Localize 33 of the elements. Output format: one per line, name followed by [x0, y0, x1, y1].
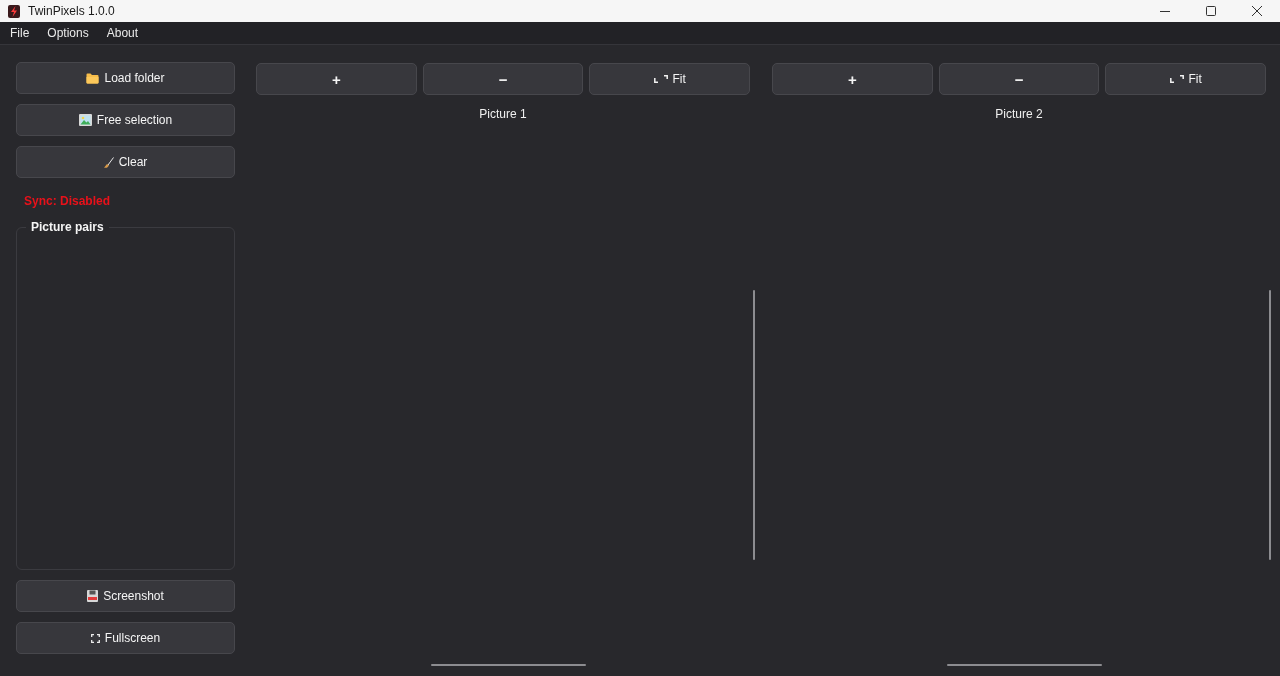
zoom-in-button[interactable]: +	[256, 63, 417, 95]
picture-icon	[78, 114, 92, 126]
horizontal-scrollbar-thumb[interactable]	[431, 664, 586, 666]
fullscreen-button[interactable]: Fullscreen	[16, 622, 235, 654]
broom-icon	[103, 156, 114, 168]
vertical-scrollbar-thumb[interactable]	[753, 290, 755, 560]
fit-corners-icon	[653, 75, 668, 83]
vertical-scrollbar-thumb[interactable]	[1269, 290, 1271, 560]
menu-item[interactable]: About	[99, 23, 146, 43]
group-title: Picture pairs	[30, 220, 105, 234]
app-logo-icon	[8, 4, 20, 18]
close-icon	[1252, 6, 1262, 16]
horizontal-scrollbar-thumb[interactable]	[947, 664, 1102, 666]
fit-button[interactable]: Fit	[1105, 63, 1266, 95]
maximize-icon	[1206, 6, 1216, 16]
fit-button[interactable]: Fit	[589, 63, 750, 95]
menu-item[interactable]: File	[3, 23, 37, 43]
zoom-out-button[interactable]: −	[422, 63, 584, 95]
sync-status: Sync: Disabled	[24, 194, 111, 208]
picture-caption: Picture 2	[995, 106, 1043, 122]
window-title: TwinPixels 1.0.0	[28, 4, 116, 18]
zoom-in-button[interactable]: +	[772, 63, 933, 95]
free-selection-button[interactable]: Free selection	[16, 104, 235, 136]
folder-icon	[86, 72, 100, 84]
fit-corners-icon	[1169, 75, 1184, 83]
clear-button[interactable]: Clear	[16, 146, 235, 178]
picture-caption: Picture 1	[479, 106, 527, 122]
fullscreen-icon	[90, 633, 100, 643]
screenshot-button[interactable]: Screenshot	[16, 580, 235, 612]
minimize-icon	[1160, 10, 1170, 12]
zoom-out-button[interactable]: −	[938, 63, 1100, 95]
load-folder-button[interactable]: Load folder	[16, 62, 235, 94]
menu-item[interactable]: Options	[40, 23, 96, 43]
